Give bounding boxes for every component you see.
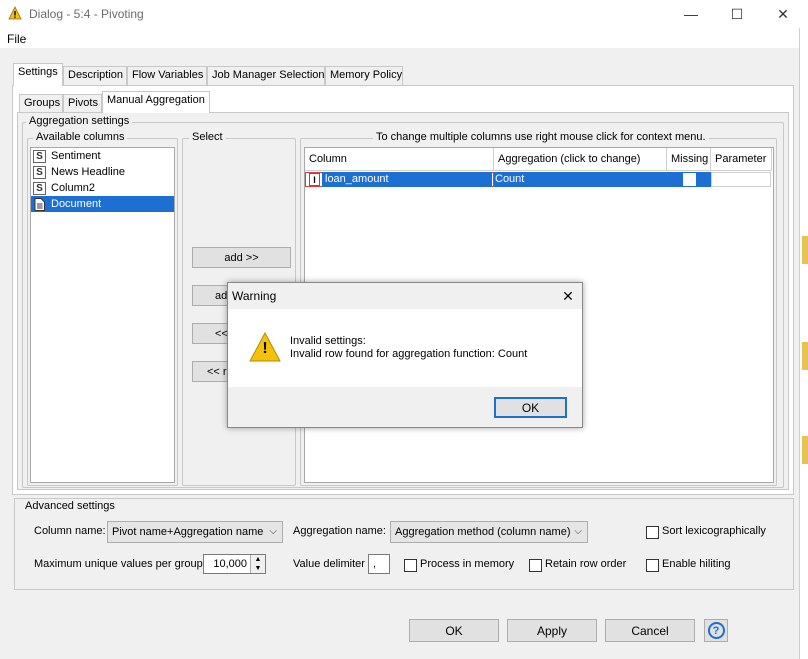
max-unique-stepper[interactable]: ▲ ▼	[250, 555, 265, 573]
list-item[interactable]: Document	[31, 196, 174, 212]
warning-dialog-title: Warning	[232, 289, 277, 303]
advanced-settings-group	[14, 498, 794, 590]
process-in-memory-label: Process in memory	[420, 558, 515, 570]
available-columns-list[interactable]: S Sentiment S News Headline S Column2 Do…	[30, 147, 175, 483]
max-unique-value: 10,000	[213, 558, 247, 570]
window-title: Dialog - 5:4 - Pivoting	[29, 7, 144, 21]
warning-dialog-body: ! Invalid settings: Invalid row found fo…	[228, 309, 582, 387]
close-icon: ✕	[562, 287, 574, 304]
warning-close-button[interactable]: ✕	[554, 284, 582, 308]
add-button[interactable]: add >>	[192, 247, 291, 268]
apply-button[interactable]: Apply	[507, 619, 597, 642]
aggregation-cell[interactable]: Count	[495, 173, 524, 185]
warning-triangle-icon	[8, 6, 22, 20]
help-icon: ?	[707, 622, 725, 639]
select-title: Select	[189, 131, 226, 143]
column-header-column[interactable]: Column	[305, 148, 494, 171]
warning-line-1: Invalid settings:	[290, 335, 366, 347]
column-name-label: Column name:	[34, 525, 106, 537]
available-columns-title: Available columns	[33, 131, 128, 143]
column-header-missing[interactable]: Missing	[667, 148, 711, 171]
parameter-cell[interactable]	[711, 172, 771, 187]
column-name: Column2	[51, 182, 96, 194]
missing-checkbox[interactable]	[683, 173, 696, 186]
advanced-settings-title: Advanced settings	[22, 500, 118, 512]
process-in-memory-checkbox[interactable]	[404, 559, 417, 572]
value-delimiter-value: ,	[373, 558, 377, 570]
background-marker	[802, 236, 808, 264]
menu-bar	[0, 28, 808, 48]
warning-line-2: Invalid row found for aggregation functi…	[290, 348, 528, 360]
sort-lexicographically-label: Sort lexicographically	[662, 525, 766, 537]
help-button[interactable]: ?	[704, 619, 728, 642]
tab-groups[interactable]: Groups	[19, 94, 63, 112]
warning-icon: !	[249, 331, 281, 362]
aggregation-settings-title: Aggregation settings	[26, 115, 133, 127]
string-type-icon: S	[33, 165, 46, 179]
document-type-icon	[33, 197, 46, 211]
tab-job-manager-selection[interactable]: Job Manager Selection	[207, 66, 325, 85]
aggregation-name-label: Aggregation name:	[293, 525, 386, 537]
tab-memory-policy[interactable]: Memory Policy	[325, 66, 403, 85]
list-item[interactable]: S News Headline	[31, 164, 174, 180]
warning-icon-glyph: !	[262, 340, 268, 357]
enable-hiliting-checkbox[interactable]	[646, 559, 659, 572]
column-name-select[interactable]: Pivot name+Aggregation name ⌵	[107, 521, 283, 543]
integer-type-icon: I	[309, 173, 320, 186]
table-hint: To change multiple columns use right mou…	[373, 131, 709, 143]
maximize-button[interactable]: ☐	[714, 0, 760, 28]
list-item[interactable]: S Sentiment	[31, 148, 174, 164]
list-item[interactable]: S Column2	[31, 180, 174, 196]
column-name: News Headline	[51, 166, 125, 178]
close-window-button[interactable]: ✕	[760, 0, 806, 28]
background-marker	[802, 436, 808, 464]
string-type-icon: S	[33, 181, 46, 195]
column-cell-value: loan_amount	[322, 172, 492, 187]
string-type-icon: S	[33, 149, 46, 163]
column-name-value: Pivot name+Aggregation name	[112, 526, 264, 538]
background-marker	[802, 342, 808, 370]
retain-row-order-checkbox[interactable]	[529, 559, 542, 572]
retain-row-order-label: Retain row order	[545, 558, 627, 570]
column-header-parameter[interactable]: Parameter	[711, 148, 772, 171]
minimize-button[interactable]: —	[668, 0, 714, 28]
sort-lexicographically-checkbox[interactable]	[646, 526, 659, 539]
tab-description[interactable]: Description	[63, 66, 127, 85]
enable-hiliting-label: Enable hiliting	[662, 558, 731, 570]
value-delimiter-label: Value delimiter	[293, 558, 365, 570]
chevron-down-icon: ⌵	[269, 526, 277, 537]
column-name: Document	[51, 198, 102, 210]
aggregation-name-value: Aggregation method (column name)	[395, 526, 571, 538]
warning-dialog: Warning ✕ ! Invalid settings: Invalid ro…	[227, 282, 583, 428]
cancel-button[interactable]: Cancel	[605, 619, 695, 642]
column-header-aggregation[interactable]: Aggregation (click to change)	[494, 148, 667, 171]
max-unique-label: Maximum unique values per group	[34, 558, 203, 570]
column-name: Sentiment	[51, 150, 101, 162]
ok-button[interactable]: OK	[409, 619, 499, 642]
aggregation-name-select[interactable]: Aggregation method (column name) ⌵	[390, 521, 588, 543]
warning-ok-button[interactable]: OK	[494, 397, 567, 418]
tab-settings[interactable]: Settings	[13, 63, 63, 86]
menu-file[interactable]: File	[7, 32, 26, 46]
chevron-down-icon: ⌵	[574, 526, 582, 537]
tab-flow-variables[interactable]: Flow Variables	[127, 66, 207, 85]
tab-pivots[interactable]: Pivots	[63, 94, 102, 112]
value-delimiter-input[interactable]: ,	[368, 554, 390, 574]
tab-manual-aggregation[interactable]: Manual Aggregation	[102, 91, 210, 113]
